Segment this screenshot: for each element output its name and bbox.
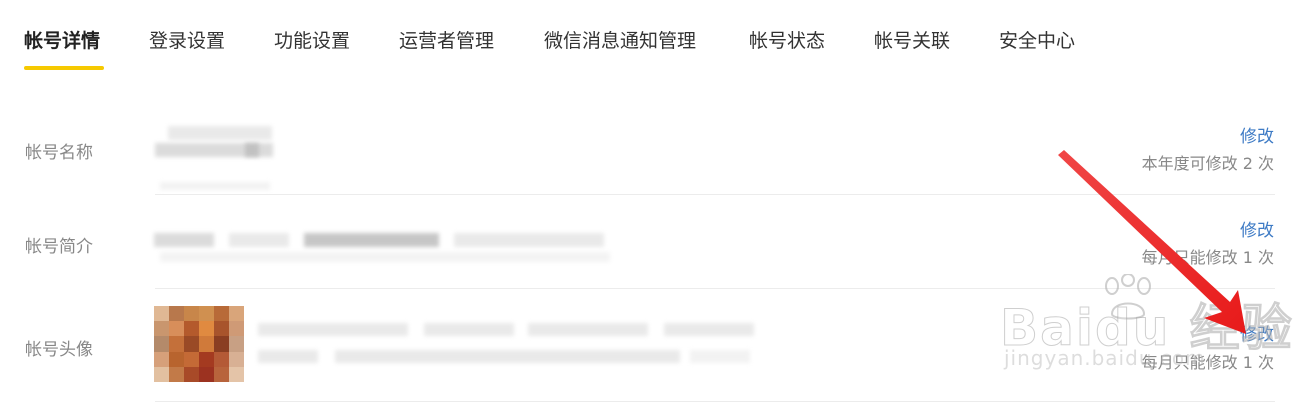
tab-account-details[interactable]: 帐号详情 <box>24 28 100 54</box>
edit-account-name-link[interactable]: 修改 <box>1240 122 1274 147</box>
paw-print-icon <box>1105 274 1151 320</box>
row-divider <box>155 194 1275 195</box>
account-avatar-edit-limit: 每月只能修改 1 次 <box>1141 353 1274 372</box>
row-divider <box>155 288 1275 289</box>
tab-feature-settings[interactable]: 功能设置 <box>274 28 350 54</box>
active-tab-indicator <box>24 66 104 70</box>
account-name-edit-limit: 本年度可修改 2 次 <box>1141 154 1274 173</box>
account-intro-edit-limit: 每月只能修改 1 次 <box>1141 248 1274 267</box>
avatar[interactable] <box>154 306 244 382</box>
tab-account-association[interactable]: 帐号关联 <box>874 28 950 54</box>
account-intro-label: 帐号简介 <box>25 237 93 257</box>
account-avatar-label: 帐号头像 <box>25 340 93 360</box>
settings-tab-bar: 帐号详情 登录设置 功能设置 运营者管理 微信消息通知管理 帐号状态 帐号关联 … <box>0 0 1308 72</box>
tab-security-center[interactable]: 安全中心 <box>999 28 1075 54</box>
edit-account-avatar-link[interactable]: 修改 <box>1240 320 1274 345</box>
edit-account-intro-link[interactable]: 修改 <box>1240 216 1274 241</box>
tab-operator-management[interactable]: 运营者管理 <box>399 28 494 54</box>
account-name-label: 帐号名称 <box>25 143 93 163</box>
tab-wechat-notification-management[interactable]: 微信消息通知管理 <box>544 28 696 54</box>
tab-login-settings[interactable]: 登录设置 <box>149 28 225 54</box>
tab-account-status[interactable]: 帐号状态 <box>749 28 825 54</box>
